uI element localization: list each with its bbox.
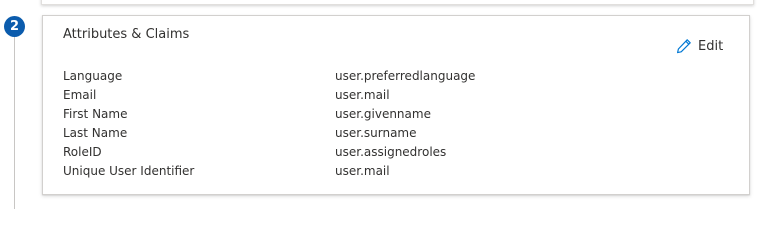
claim-row: First Name user.givenname [63, 104, 475, 123]
attributes-claims-card: Attributes & Claims Edit Language user.p… [42, 15, 750, 195]
card-title: Attributes & Claims [63, 27, 190, 42]
claim-name: Language [63, 68, 123, 83]
page: 2 Attributes & Claims Edit Language user… [0, 0, 757, 209]
claim-value: user.surname [335, 125, 417, 140]
claim-row: Last Name user.surname [63, 123, 475, 142]
claim-row: RoleID user.assignedroles [63, 142, 475, 161]
claim-value: user.mail [335, 163, 390, 178]
claim-value: user.assignedroles [335, 144, 447, 159]
claim-name: Last Name [63, 125, 128, 140]
step-number-badge: 2 [4, 16, 25, 37]
edit-button[interactable]: Edit [676, 36, 723, 56]
claim-name: First Name [63, 106, 128, 121]
claim-name: Email [63, 87, 97, 102]
claims-list: Language user.preferredlanguage Email us… [63, 66, 475, 180]
step-connector-line [14, 37, 15, 209]
pencil-icon [676, 38, 698, 54]
previous-card-edge [41, 0, 754, 5]
claim-row: Email user.mail [63, 85, 475, 104]
claim-value: user.mail [335, 87, 390, 102]
claim-row: Unique User Identifier user.mail [63, 161, 475, 180]
edit-label: Edit [698, 38, 724, 54]
claim-value: user.preferredlanguage [335, 68, 476, 83]
claim-value: user.givenname [335, 106, 431, 121]
claim-row: Language user.preferredlanguage [63, 66, 475, 85]
claim-name: Unique User Identifier [63, 163, 195, 178]
claim-name: RoleID [63, 144, 102, 159]
